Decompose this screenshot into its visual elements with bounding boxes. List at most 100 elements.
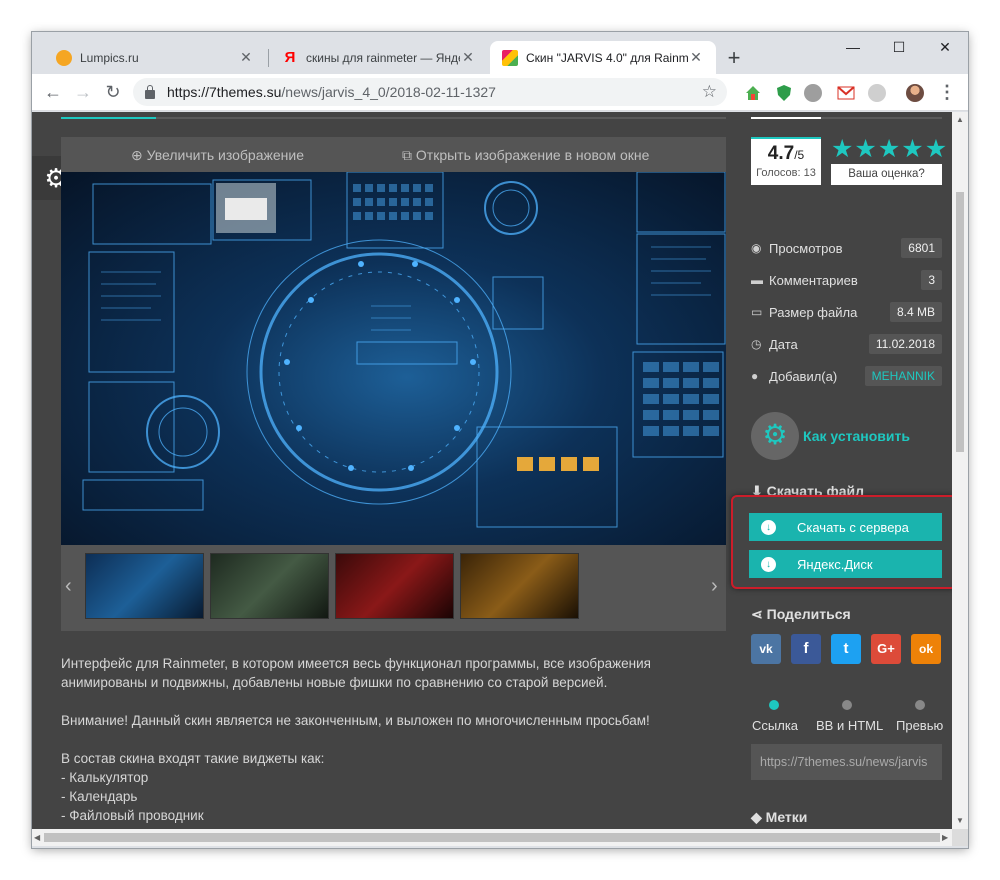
author-link[interactable]: MEHANNIK — [864, 366, 942, 386]
cogs-icon[interactable]: ⚙ — [751, 412, 799, 460]
open-new-window-link[interactable]: ⧉ Открыть изображение в новом окне — [402, 147, 649, 164]
thumbnail-1[interactable] — [85, 553, 204, 619]
stat-author: ● Добавил(а) MEHANNIK — [751, 364, 942, 388]
download-server-button[interactable]: ↓ Скачать с сервера — [749, 513, 942, 541]
stat-label: Добавил(а) — [769, 368, 838, 384]
odnoklassniki-share-button[interactable]: ok — [911, 634, 941, 664]
jarvis-skin-preview — [82, 171, 726, 528]
skin-screenshot[interactable] — [61, 171, 726, 545]
close-icon[interactable]: ✕ — [688, 49, 704, 66]
googleplus-share-button[interactable]: G+ — [871, 634, 901, 664]
close-icon[interactable]: ✕ — [460, 49, 476, 66]
mail-extension-icon[interactable] — [837, 84, 855, 102]
how-install-link[interactable]: Как установить — [803, 428, 910, 444]
image-viewer: ⊕ Увеличить изображение ⧉ Открыть изобра… — [61, 137, 726, 631]
thumbnail-4[interactable] — [460, 553, 579, 619]
url-path: /news/jarvis_4_0/2018-02-11-1327 — [281, 84, 496, 100]
star-icon[interactable]: ★ — [854, 137, 876, 162]
arrow-right-icon: → — [74, 82, 92, 102]
next-arrow-icon[interactable]: › — [711, 575, 718, 598]
browser-window: Lumpics.ru ✕ Я скины для rainmeter — Янд… — [32, 32, 968, 848]
download-yandex-button[interactable]: ↓ Яндекс.Диск — [749, 550, 942, 578]
thumbnail-3[interactable] — [335, 553, 454, 619]
widget-item: - Калькулятор — [61, 770, 149, 785]
vertical-scrollbar[interactable]: ▲ ▼ — [952, 112, 968, 829]
widget-item: - Календарь — [61, 789, 138, 804]
radio-link[interactable] — [769, 700, 779, 710]
globe-extension-icon[interactable] — [804, 84, 822, 102]
sidebar: 4.7/5 Голосов: 13 ★ ★ ★ ★ ★ Ваша оценка? ◉ П… — [731, 112, 952, 829]
close-window-button[interactable]: ✕ — [922, 32, 968, 62]
your-rating-button[interactable]: Ваша оценка? — [831, 164, 942, 185]
tab-lumpics[interactable]: Lumpics.ru ✕ — [44, 41, 266, 74]
rating-box: 4.7/5 Голосов: 13 — [751, 137, 821, 185]
zoom-image-link[interactable]: ⊕ Увеличить изображение — [131, 147, 304, 164]
scroll-right-icon[interactable]: ▶ — [942, 833, 948, 842]
share-icon: ⋖ — [751, 606, 763, 622]
star-icon[interactable]: ★ — [831, 137, 853, 162]
radio-bbcode[interactable] — [842, 700, 852, 710]
tab-yandex[interactable]: Я скины для rainmeter — Яндекс ✕ — [270, 41, 488, 74]
radio-preview-label: Превью — [896, 718, 944, 733]
shield-extension-icon[interactable] — [775, 84, 793, 102]
embed-url-input[interactable]: https://7themes.su/news/jarvis — [751, 744, 942, 780]
yandex-icon: Я — [284, 48, 296, 66]
widget-item: - Файловый проводник — [61, 808, 204, 823]
tags-heading: ◆ Метки — [751, 809, 808, 825]
tag-icon: ◆ — [751, 809, 762, 825]
reload-button[interactable]: ↻ — [100, 80, 126, 104]
horizontal-scroll-thumb[interactable] — [44, 833, 940, 842]
description: Интерфейс для Rainmeter, в котором имеет… — [61, 654, 731, 825]
scroll-up-icon[interactable]: ▲ — [956, 115, 964, 124]
tab-title: скины для rainmeter — Яндекс — [306, 50, 460, 65]
stat-value: 3 — [921, 270, 942, 290]
stat-views: ◉ Просмотров 6801 — [751, 236, 942, 260]
vertical-scroll-thumb[interactable] — [956, 192, 964, 452]
sidebar-divider — [751, 117, 942, 119]
zoom-label: Увеличить изображение — [146, 147, 304, 163]
radio-preview[interactable] — [915, 700, 925, 710]
maximize-button[interactable]: ☐ — [876, 32, 922, 62]
scroll-down-icon[interactable]: ▼ — [956, 816, 964, 825]
stat-label: Размер файла — [769, 304, 858, 320]
star-icon[interactable]: ★ — [925, 137, 947, 162]
content-divider — [61, 117, 726, 119]
close-icon[interactable]: ✕ — [238, 49, 254, 66]
stat-label: Комментариев — [769, 272, 858, 288]
vk-share-button[interactable]: vk — [751, 634, 781, 664]
new-tab-button[interactable]: + — [722, 45, 746, 71]
home-extension-icon[interactable] — [744, 84, 762, 102]
back-button[interactable]: ← — [40, 80, 66, 104]
rating-stars[interactable]: ★ ★ ★ ★ ★ — [831, 137, 947, 162]
tab-strip: Lumpics.ru ✕ Я скины для rainmeter — Янд… — [32, 32, 968, 74]
reload-icon: ↻ — [105, 82, 121, 102]
horizontal-scrollbar[interactable]: ◀ ▶ — [32, 829, 952, 846]
forward-button[interactable]: → — [70, 80, 96, 104]
arrow-left-icon: ← — [44, 82, 62, 102]
bookmark-star-icon[interactable]: ☆ — [702, 82, 717, 102]
cloud-extension-icon[interactable] — [868, 84, 886, 102]
thumbnail-2[interactable] — [210, 553, 329, 619]
content-divider-accent — [61, 117, 156, 119]
zoom-icon: ⊕ — [131, 147, 143, 163]
tab-jarvis[interactable]: Скин "JARVIS 4.0" для Rainmeter ✕ — [490, 41, 716, 74]
prev-arrow-icon[interactable]: ‹ — [65, 575, 72, 598]
facebook-share-button[interactable]: f — [791, 634, 821, 664]
profile-avatar[interactable] — [906, 84, 924, 102]
user-icon: ● — [751, 369, 759, 383]
sidebar-divider-accent — [751, 117, 821, 119]
stat-filesize: ▭ Размер файла 8.4 MB — [751, 300, 942, 324]
minimize-button[interactable]: — — [830, 32, 876, 62]
clock-icon: ◷ — [751, 337, 762, 351]
tab-title: Lumpics.ru — [80, 50, 139, 65]
star-icon[interactable]: ★ — [901, 137, 923, 162]
menu-kebab-icon[interactable]: ⋮ — [934, 80, 960, 104]
description-intro: Интерфейс для Rainmeter, в котором имеет… — [61, 656, 651, 690]
address-bar[interactable]: https://7themes.su /news/jarvis_4_0/2018… — [133, 78, 727, 106]
star-icon[interactable]: ★ — [878, 137, 900, 162]
twitter-share-button[interactable]: t — [831, 634, 861, 664]
stat-value: 6801 — [901, 238, 942, 258]
thumbnail-strip: ‹ › — [61, 545, 726, 631]
stat-comments: ▬ Комментариев 3 — [751, 268, 942, 292]
scroll-left-icon[interactable]: ◀ — [34, 833, 40, 842]
